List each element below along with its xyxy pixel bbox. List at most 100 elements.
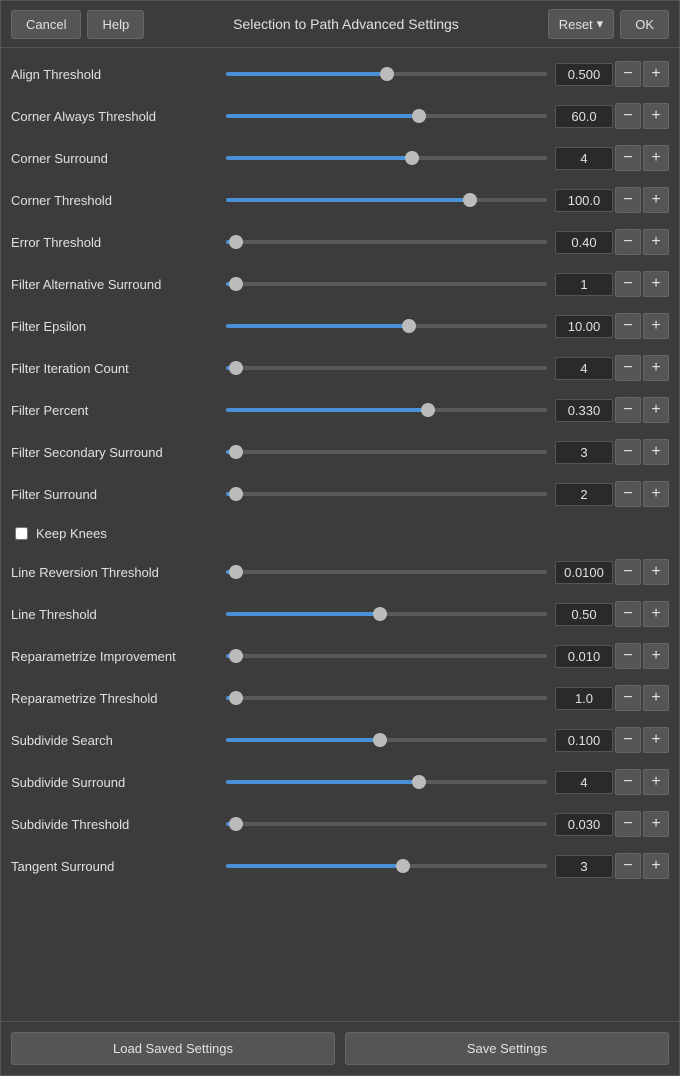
plus-button[interactable]: +	[643, 187, 669, 213]
ok-button[interactable]: OK	[620, 10, 669, 39]
value-input[interactable]	[555, 147, 613, 170]
minus-button[interactable]: −	[615, 397, 641, 423]
slider-container[interactable]	[226, 562, 547, 582]
value-input[interactable]	[555, 63, 613, 86]
value-input[interactable]	[555, 813, 613, 836]
slider-thumb[interactable]	[229, 649, 243, 663]
minus-button[interactable]: −	[615, 61, 641, 87]
minus-button[interactable]: −	[615, 685, 641, 711]
minus-button[interactable]: −	[615, 769, 641, 795]
minus-button[interactable]: −	[615, 145, 641, 171]
plus-button[interactable]: +	[643, 61, 669, 87]
slider-container[interactable]	[226, 730, 547, 750]
slider-thumb[interactable]	[229, 817, 243, 831]
slider-thumb[interactable]	[421, 403, 435, 417]
minus-button[interactable]: −	[615, 559, 641, 585]
save-settings-button[interactable]: Save Settings	[345, 1032, 669, 1065]
minus-button[interactable]: −	[615, 313, 641, 339]
slider-thumb[interactable]	[402, 319, 416, 333]
minus-button[interactable]: −	[615, 187, 641, 213]
cancel-button[interactable]: Cancel	[11, 10, 81, 39]
slider-thumb[interactable]	[229, 445, 243, 459]
slider-thumb[interactable]	[412, 775, 426, 789]
slider-container[interactable]	[226, 106, 547, 126]
plus-button[interactable]: +	[643, 685, 669, 711]
slider-thumb[interactable]	[229, 277, 243, 291]
minus-button[interactable]: −	[615, 229, 641, 255]
minus-button[interactable]: −	[615, 481, 641, 507]
minus-button[interactable]: −	[615, 601, 641, 627]
slider-thumb[interactable]	[405, 151, 419, 165]
value-input[interactable]	[555, 687, 613, 710]
slider-container[interactable]	[226, 856, 547, 876]
minus-button[interactable]: −	[615, 103, 641, 129]
slider-container[interactable]	[226, 190, 547, 210]
slider-thumb[interactable]	[463, 193, 477, 207]
slider-thumb[interactable]	[373, 607, 387, 621]
slider-container[interactable]	[226, 64, 547, 84]
value-input[interactable]	[555, 399, 613, 422]
slider-thumb[interactable]	[380, 67, 394, 81]
value-input[interactable]	[555, 315, 613, 338]
plus-button[interactable]: +	[643, 811, 669, 837]
slider-container[interactable]	[226, 232, 547, 252]
minus-button[interactable]: −	[615, 439, 641, 465]
plus-button[interactable]: +	[643, 439, 669, 465]
value-input[interactable]	[555, 441, 613, 464]
minus-button[interactable]: −	[615, 643, 641, 669]
minus-button[interactable]: −	[615, 811, 641, 837]
plus-button[interactable]: +	[643, 853, 669, 879]
plus-button[interactable]: +	[643, 559, 669, 585]
slider-container[interactable]	[226, 772, 547, 792]
plus-button[interactable]: +	[643, 355, 669, 381]
plus-button[interactable]: +	[643, 271, 669, 297]
plus-button[interactable]: +	[643, 601, 669, 627]
value-input[interactable]	[555, 105, 613, 128]
slider-container[interactable]	[226, 400, 547, 420]
load-settings-button[interactable]: Load Saved Settings	[11, 1032, 335, 1065]
plus-button[interactable]: +	[643, 397, 669, 423]
value-input[interactable]	[555, 561, 613, 584]
value-input[interactable]	[555, 483, 613, 506]
plus-button[interactable]: +	[643, 313, 669, 339]
reset-button[interactable]: Reset ▾	[548, 9, 615, 39]
slider-container[interactable]	[226, 316, 547, 336]
value-input[interactable]	[555, 855, 613, 878]
help-button[interactable]: Help	[87, 10, 144, 39]
slider-thumb[interactable]	[373, 733, 387, 747]
value-input[interactable]	[555, 273, 613, 296]
slider-thumb[interactable]	[229, 565, 243, 579]
value-input[interactable]	[555, 603, 613, 626]
value-input[interactable]	[555, 771, 613, 794]
plus-button[interactable]: +	[643, 145, 669, 171]
plus-button[interactable]: +	[643, 769, 669, 795]
slider-container[interactable]	[226, 814, 547, 834]
slider-thumb[interactable]	[229, 691, 243, 705]
slider-thumb[interactable]	[229, 235, 243, 249]
slider-container[interactable]	[226, 148, 547, 168]
slider-container[interactable]	[226, 274, 547, 294]
keep-knees-checkbox[interactable]	[15, 527, 28, 540]
slider-container[interactable]	[226, 484, 547, 504]
plus-button[interactable]: +	[643, 103, 669, 129]
slider-container[interactable]	[226, 688, 547, 708]
slider-container[interactable]	[226, 442, 547, 462]
plus-button[interactable]: +	[643, 727, 669, 753]
plus-button[interactable]: +	[643, 643, 669, 669]
value-input[interactable]	[555, 357, 613, 380]
plus-button[interactable]: +	[643, 481, 669, 507]
value-input[interactable]	[555, 645, 613, 668]
slider-container[interactable]	[226, 646, 547, 666]
minus-button[interactable]: −	[615, 271, 641, 297]
slider-thumb[interactable]	[229, 487, 243, 501]
minus-button[interactable]: −	[615, 727, 641, 753]
slider-container[interactable]	[226, 604, 547, 624]
slider-container[interactable]	[226, 358, 547, 378]
value-input[interactable]	[555, 189, 613, 212]
plus-button[interactable]: +	[643, 229, 669, 255]
slider-thumb[interactable]	[396, 859, 410, 873]
slider-thumb[interactable]	[412, 109, 426, 123]
minus-button[interactable]: −	[615, 355, 641, 381]
slider-thumb[interactable]	[229, 361, 243, 375]
value-input[interactable]	[555, 729, 613, 752]
